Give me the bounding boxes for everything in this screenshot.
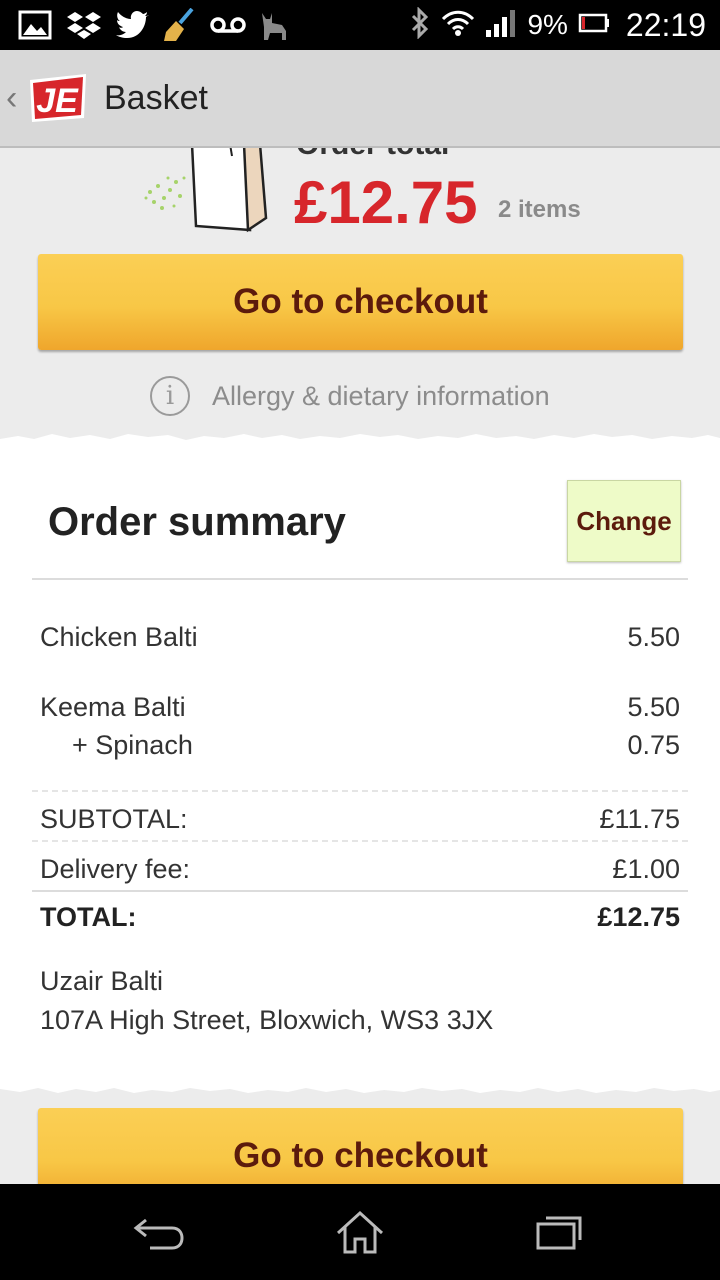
- info-icon: i: [150, 376, 190, 416]
- order-summary-title: Order summary: [48, 500, 346, 544]
- delivery-fee-label: Delivery fee:: [40, 854, 191, 884]
- allergy-info-link[interactable]: i Allergy & dietary information: [150, 376, 550, 416]
- order-total-label: Order total: [296, 148, 449, 162]
- line-item: Chicken Balti 5.50: [40, 622, 680, 653]
- bluetooth-icon: [409, 5, 431, 44]
- action-bar: ‹ JE Basket: [0, 50, 720, 148]
- restaurant-name: Uzair Balti: [40, 966, 164, 996]
- battery-icon: [578, 13, 610, 38]
- divider: [32, 790, 688, 792]
- allergy-info-label: Allergy & dietary information: [212, 380, 550, 411]
- back-icon[interactable]: [130, 1204, 190, 1260]
- basket-content[interactable]: Order total £12.75 2 items Go to checkou…: [0, 148, 720, 1184]
- total-value: £12.75: [597, 902, 680, 932]
- delivery-fee-value: £1.00: [612, 854, 680, 884]
- item-name: Keema Balti: [40, 692, 186, 722]
- checkout-button[interactable]: Go to checkout: [38, 254, 683, 350]
- gallery-icon: [18, 10, 52, 40]
- torn-edge-top: [0, 434, 720, 444]
- restaurant-info: Uzair Balti 107A High Street, Bloxwich, …: [40, 962, 493, 1040]
- logo-text: JE: [36, 82, 79, 120]
- recent-apps-icon[interactable]: [530, 1204, 590, 1260]
- divider: [32, 840, 688, 842]
- battery-percent: 9%: [527, 9, 568, 40]
- divider: [32, 578, 688, 580]
- clock: 22:19: [625, 6, 706, 43]
- item-count: 2 items: [498, 196, 581, 223]
- broom-icon: [162, 8, 196, 41]
- item-price: 0.75: [627, 730, 680, 760]
- line-item: Keema Balti 5.50: [40, 692, 680, 723]
- order-summary-card: Order summary Change Chicken Balti 5.50 …: [0, 434, 720, 1093]
- home-icon[interactable]: [330, 1204, 390, 1260]
- line-item-option: + Spinach 0.75: [40, 730, 680, 761]
- torn-edge-bottom: [0, 1084, 720, 1093]
- cat-icon: [258, 10, 290, 40]
- item-name: Chicken Balti: [40, 622, 198, 652]
- subtotal-label: SUBTOTAL:: [40, 804, 188, 834]
- navigation-bar: [0, 1184, 720, 1280]
- wifi-icon: [441, 8, 475, 43]
- item-price: 5.50: [627, 692, 680, 722]
- total-label: TOTAL:: [40, 902, 137, 932]
- voicemail-icon: [210, 10, 246, 40]
- checkout-button-bottom[interactable]: Go to checkout: [38, 1108, 683, 1184]
- restaurant-address: 107A High Street, Bloxwich, WS3 3JX: [40, 1005, 494, 1035]
- signal-icon: [485, 8, 517, 43]
- delivery-fee-row: Delivery fee: £1.00: [40, 854, 680, 885]
- bag-illustration: [140, 148, 280, 240]
- item-price: 5.50: [627, 622, 680, 652]
- twitter-icon: [116, 10, 150, 40]
- back-chevron-icon[interactable]: ‹: [6, 79, 22, 118]
- page-title: Basket: [104, 78, 208, 117]
- subtotal-row: SUBTOTAL: £11.75: [40, 804, 680, 835]
- just-eat-logo[interactable]: JE: [26, 72, 90, 124]
- subtotal-value: £11.75: [599, 804, 680, 834]
- order-total-amount: £12.75: [294, 169, 478, 236]
- status-bar: 9% 22:19: [0, 0, 720, 50]
- item-name: + Spinach: [72, 730, 193, 760]
- dropbox-icon: [66, 10, 102, 40]
- total-row: TOTAL: £12.75: [40, 902, 680, 933]
- change-button[interactable]: Change: [567, 480, 681, 562]
- divider: [32, 890, 688, 892]
